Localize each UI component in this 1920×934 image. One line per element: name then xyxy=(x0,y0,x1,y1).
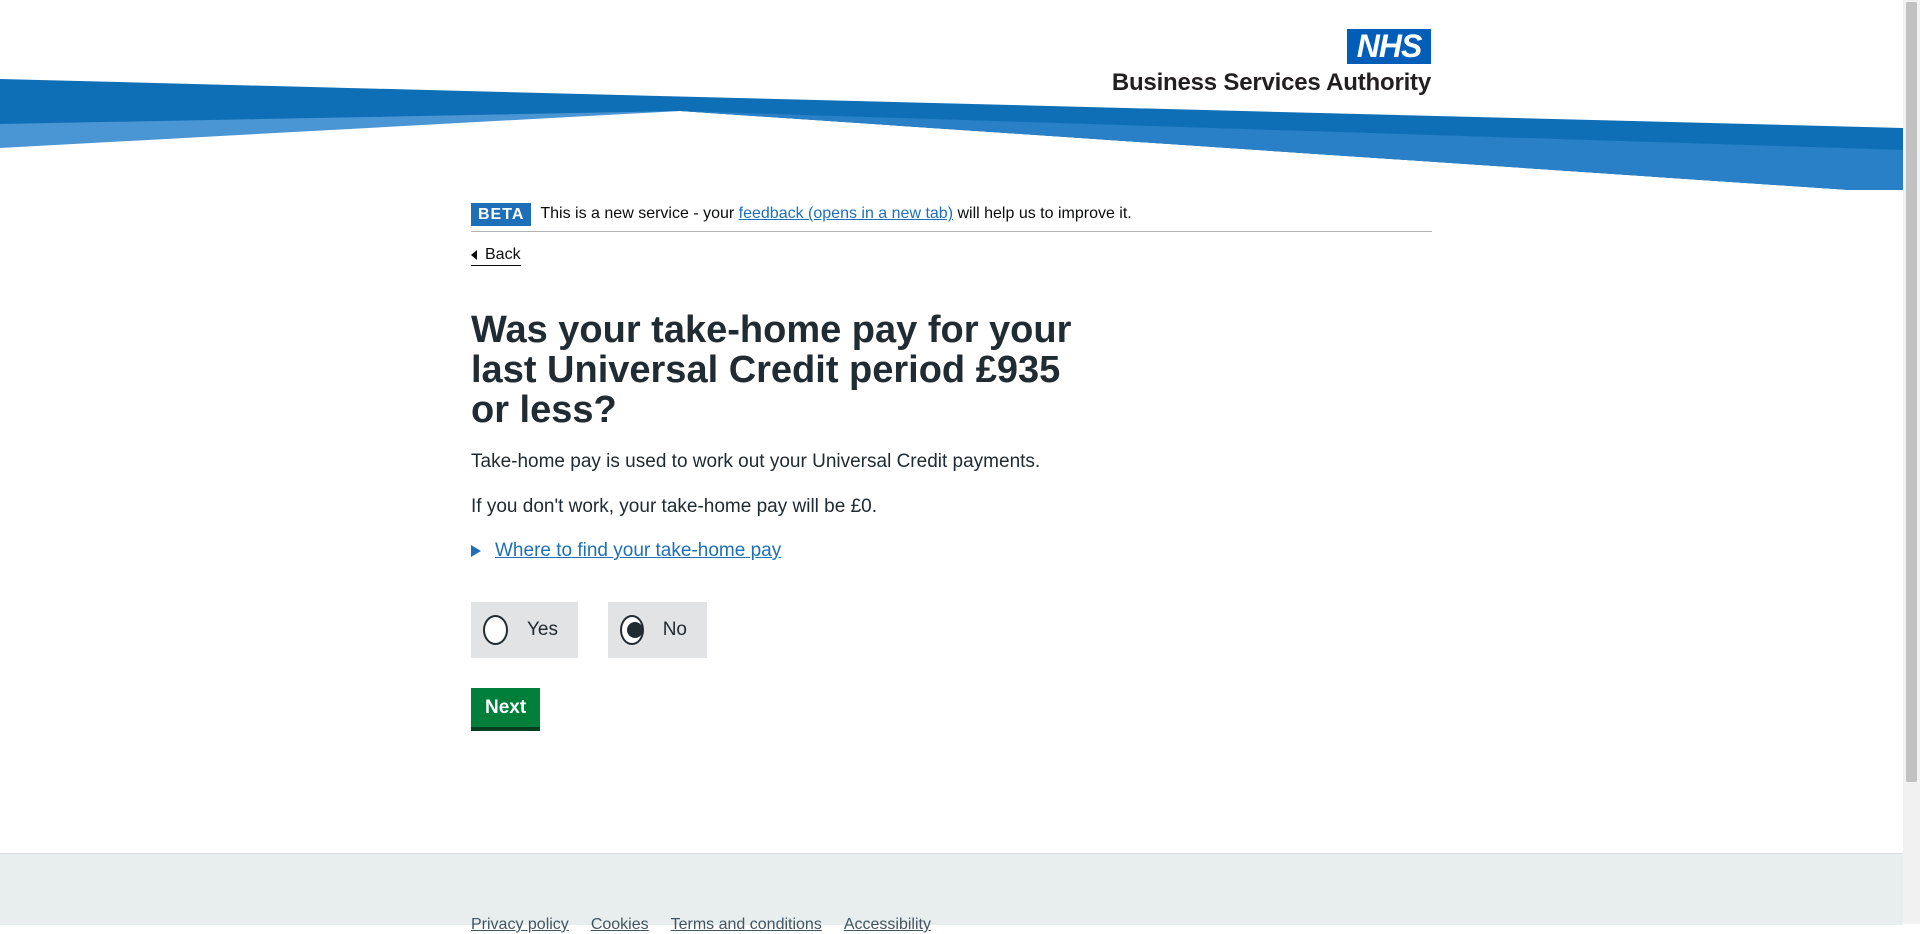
footer-link-cookies[interactable]: Cookies xyxy=(591,916,649,934)
radio-yes-label[interactable]: Yes xyxy=(527,619,558,641)
main-content: BETA This is a new service - your feedba… xyxy=(471,199,1432,727)
radio-group: Yes No xyxy=(471,602,1432,658)
details-summary-label: Where to find your take-home pay xyxy=(495,540,782,561)
radio-option-yes[interactable]: Yes xyxy=(471,602,578,658)
footer-link-privacy[interactable]: Privacy policy xyxy=(471,916,569,934)
radio-no-label[interactable]: No xyxy=(663,619,687,641)
next-button[interactable]: Next xyxy=(471,688,541,727)
page: NHS Business Services Authority BETA Thi… xyxy=(0,0,1903,933)
phase-banner-text: This is a new service - your feedback (o… xyxy=(540,205,1131,223)
back-link-label: Back xyxy=(485,246,521,263)
radio-selected-dot xyxy=(627,622,643,638)
organisation-name: Business Services Authority xyxy=(1111,69,1431,96)
details-summary[interactable]: Where to find your take-home pay xyxy=(471,540,1432,562)
hint-paragraph-2: If you don't work, your take-home pay wi… xyxy=(471,496,877,517)
header-swoosh xyxy=(0,79,1903,190)
footer-link-accessibility[interactable]: Accessibility xyxy=(844,916,931,934)
phase-banner-text-after: will help us to improve it. xyxy=(953,205,1132,222)
back-link[interactable]: Back xyxy=(471,246,521,266)
phase-banner-text-before: This is a new service - your xyxy=(540,205,739,222)
footer-link-terms[interactable]: Terms and conditions xyxy=(671,916,822,934)
scrollbar-thumb[interactable] xyxy=(1906,2,1917,782)
nhs-bsa-logo[interactable]: NHS Business Services Authority xyxy=(1112,29,1431,97)
footer: Privacy policy Cookies Terms and conditi… xyxy=(0,853,1903,933)
phase-banner: BETA This is a new service - your feedba… xyxy=(471,199,1432,232)
page-title: Was your take-home pay for your last Uni… xyxy=(471,309,1072,431)
triangle-right-icon xyxy=(471,545,481,557)
radio-yes-input[interactable] xyxy=(483,615,508,645)
vertical-scrollbar[interactable] xyxy=(1903,0,1920,924)
hint-paragraph-1: Take-home pay is used to work out your U… xyxy=(471,451,1041,472)
nhs-logo-mark: NHS xyxy=(1347,29,1431,64)
beta-tag: BETA xyxy=(471,202,532,226)
feedback-link[interactable]: feedback (opens in a new tab) xyxy=(739,205,953,222)
radio-option-no[interactable]: No xyxy=(608,602,707,658)
chevron-left-icon xyxy=(471,250,477,260)
footer-links: Privacy policy Cookies Terms and conditi… xyxy=(471,916,953,934)
radio-no-input[interactable] xyxy=(620,615,644,645)
